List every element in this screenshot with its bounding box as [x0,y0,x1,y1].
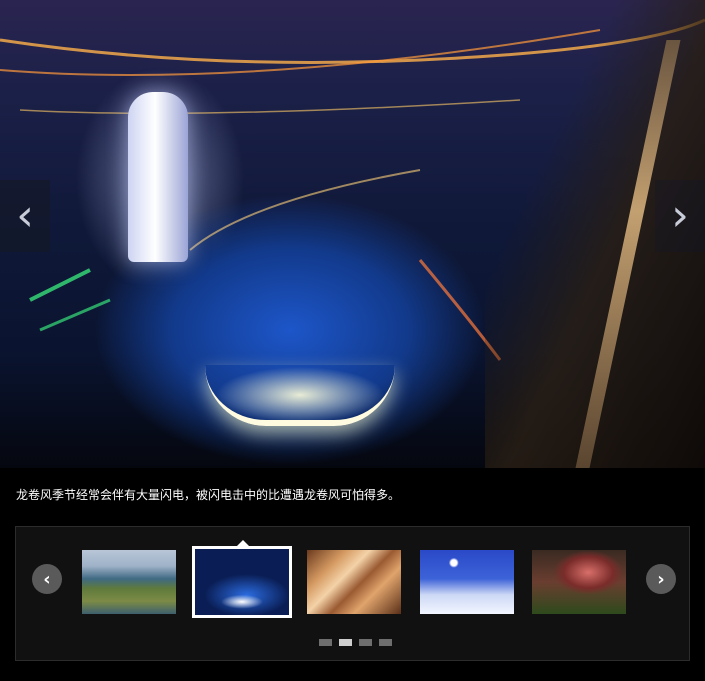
chevron-left-icon: ‹ [43,568,51,590]
page-dots [319,639,392,646]
hero-image [0,0,705,468]
hero-next-button[interactable]: › [655,180,705,252]
thumbnail-5[interactable] [532,550,626,614]
page-dot-1[interactable] [319,639,332,646]
thumbnail-image [82,550,176,614]
chevron-right-icon: › [671,190,689,241]
thumbs-next-button[interactable]: › [646,564,676,594]
tower [128,92,188,262]
thumbnail-image [532,550,626,614]
thumbnail-2[interactable] [192,546,292,618]
thumbnail-1[interactable] [82,550,176,614]
chevron-left-icon: ‹ [16,190,34,241]
thumbnail-panel: ‹ › [15,526,690,661]
thumbnail-3[interactable] [307,550,401,614]
thumbnail-image [307,550,401,614]
slide-caption: 龙卷风季节经常会伴有大量闪电，被闪电击中的比遭遇龙卷风可怕得多。 [16,488,401,502]
hero-prev-button[interactable]: ‹ [0,180,50,252]
thumbnail-image [195,549,289,615]
page-dot-2[interactable] [339,639,352,646]
thumbs-prev-button[interactable]: ‹ [32,564,62,594]
page-dot-3[interactable] [359,639,372,646]
thumbnail-4[interactable] [420,550,514,614]
page-dot-4[interactable] [379,639,392,646]
chevron-right-icon: › [657,568,665,590]
thumbnail-image [420,550,514,614]
